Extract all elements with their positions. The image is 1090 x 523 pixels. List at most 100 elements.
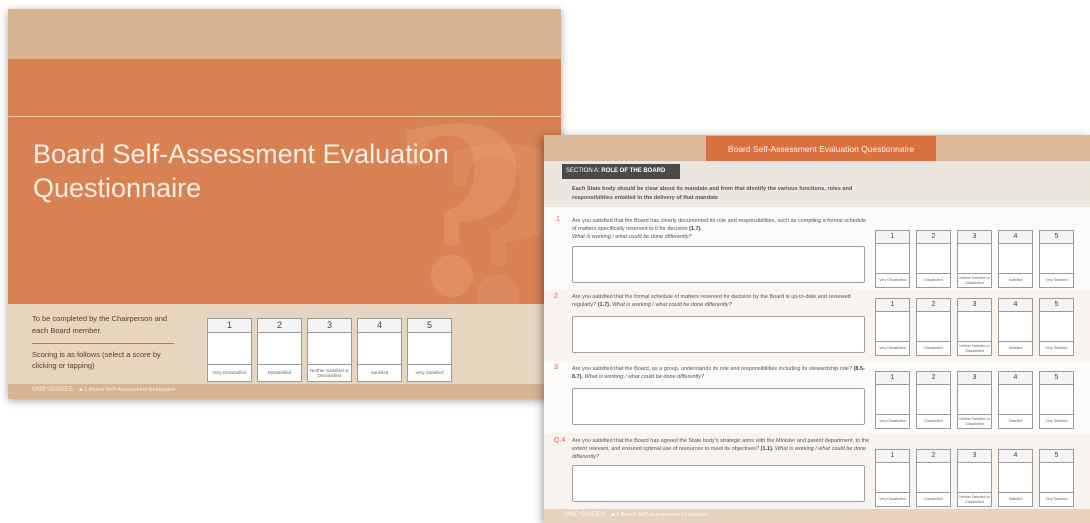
score-option-4[interactable]: 4 Satisfied — [998, 449, 1033, 507]
score-label: Dissatisfied — [917, 414, 950, 428]
answer-input[interactable] — [572, 465, 865, 502]
score-label: Very Dissatisfied — [208, 364, 251, 381]
score-number: 1 — [876, 299, 909, 312]
score-options: 1 Very Dissatisfied 2 Dissatisfied 3 Neithe… — [875, 230, 1074, 288]
question-number: 2 — [554, 293, 558, 300]
score-number: 3 — [958, 372, 991, 385]
score-option-4[interactable]: 4 Satisfied — [998, 298, 1033, 356]
question-number: 3 — [554, 364, 558, 371]
answer-input[interactable] — [572, 316, 865, 353]
score-number: 3 — [308, 319, 351, 333]
score-label: Very Satisfied — [1040, 414, 1073, 428]
score-number: 4 — [999, 450, 1032, 463]
score-label: Very Satisfied — [1040, 492, 1073, 506]
score-option-5[interactable]: 5 Very Satisfied — [407, 318, 452, 382]
score-options: 1 Very Dissatisfied 2 Dissatisfied 3 Neithe… — [875, 449, 1074, 507]
score-label: Very Dissatisfied — [876, 341, 909, 355]
score-number: 5 — [1040, 450, 1073, 463]
scoring-instructions: Scoring is as follows (select a score by… — [32, 350, 161, 370]
score-option-1[interactable]: 1 Very Dissatisfied — [875, 298, 910, 356]
footer-brand: ONE⁷GUIDES ■ 1 Board Self-Assessment Eval… — [32, 387, 176, 393]
score-number: 2 — [917, 450, 950, 463]
score-number: 5 — [1040, 372, 1073, 385]
score-option-4[interactable]: 4 Satisfied — [357, 318, 402, 382]
cover-page: ? ? Board Self-Assessment Evaluation Que… — [8, 9, 561, 399]
score-label: Very Dissatisfied — [876, 273, 909, 287]
score-number: 4 — [358, 319, 401, 333]
score-number: 1 — [876, 231, 909, 244]
score-option-1[interactable]: 1 Very Dissatisfied — [875, 449, 910, 507]
question-block: .1 Are you satisfied that the Board has … — [544, 213, 1090, 288]
score-label: Dissatisfied — [917, 492, 950, 506]
questionnaire-title: Board Self-Assessment Evaluation Questio… — [706, 136, 936, 162]
score-number: 3 — [958, 231, 991, 244]
score-number: 1 — [876, 450, 909, 463]
question-block: Q.4 Are you satisfied that the Board has… — [544, 433, 1090, 509]
score-option-4[interactable]: 4 Satisfied — [998, 230, 1033, 288]
score-label: Very Satisfied — [1040, 341, 1073, 355]
score-option-5[interactable]: 5 Very Satisfied — [1039, 449, 1074, 507]
score-number: 2 — [917, 372, 950, 385]
score-number: 4 — [999, 372, 1032, 385]
question-text: Are you satisfied that the Board has cle… — [572, 218, 867, 240]
score-number: 4 — [999, 231, 1032, 244]
question-text: Are you satisfied that the Board has agr… — [572, 438, 870, 460]
score-number: 2 — [258, 319, 301, 333]
score-number: 3 — [958, 450, 991, 463]
score-option-1[interactable]: 1 Very Dissatisfied — [875, 371, 910, 429]
score-label: Dissatisfied — [258, 364, 301, 381]
question-text: Are you satisfied that the Board, as a g… — [572, 366, 865, 380]
section-intro: Each State body should be clear about it… — [572, 186, 853, 201]
question-number: Q.4 — [554, 437, 566, 444]
score-label: Satisfied — [999, 492, 1032, 506]
score-option-3[interactable]: 3 Neither Satisfied or Dissatisfied — [957, 371, 992, 429]
question-mark-decoration: ? — [438, 99, 561, 304]
score-label: Satisfied — [999, 273, 1032, 287]
score-number: 1 — [208, 319, 251, 333]
score-option-3[interactable]: 3 Neither Satisfied or Dissatisfied — [957, 230, 992, 288]
score-option-3[interactable]: 3 Neither Satisfied or Dissatisfied — [307, 318, 352, 382]
score-option-3[interactable]: 3 Neither Satisfied or Dissatisfied — [957, 449, 992, 507]
score-label: Neither Satisfied or Dissatisfied — [308, 364, 351, 381]
footer-brand: ONE⁷GUIDES ■ 1 Board Self-Assessment Eval… — [564, 512, 708, 518]
score-label: Very Satisfied — [1040, 273, 1073, 287]
score-option-2[interactable]: 2 Dissatisfied — [257, 318, 302, 382]
answer-input[interactable] — [572, 246, 865, 283]
score-label: Neither Satisfied or Dissatisfied — [958, 492, 991, 506]
score-options: 1 Very Dissatisfied 2 Dissatisfied 3 Neithe… — [875, 298, 1074, 356]
score-label: Neither Satisfied or Dissatisfied — [958, 273, 991, 287]
intro-divider — [32, 343, 174, 344]
score-number: 5 — [408, 319, 451, 333]
score-label: Neither Satisfied or Dissatisfied — [958, 341, 991, 355]
score-option-3[interactable]: 3 Neither Satisfied or Dissatisfied — [957, 298, 992, 356]
score-option-5[interactable]: 5 Very Satisfied — [1039, 230, 1074, 288]
score-option-4[interactable]: 4 Satisfied — [998, 371, 1033, 429]
score-option-1[interactable]: 1 Very Dissatisfied — [875, 230, 910, 288]
question-block: 3 Are you satisfied that the Board, as a… — [544, 361, 1090, 433]
score-label: Dissatisfied — [917, 273, 950, 287]
score-number: 1 — [876, 372, 909, 385]
score-label: Satisfied — [999, 341, 1032, 355]
score-label: Satisfied — [358, 364, 401, 381]
score-legend: 1 Very Dissatisfied 2 Dissatisfied 3 Nei… — [207, 318, 452, 382]
score-number: 2 — [917, 231, 950, 244]
score-option-2[interactable]: 2 Dissatisfied — [916, 230, 951, 288]
score-number: 5 — [1040, 231, 1073, 244]
score-label: Very Dissatisfied — [876, 492, 909, 506]
question-text: Are you satisfied that the formal schedu… — [572, 294, 851, 308]
score-option-2[interactable]: 2 Dissatisfied — [916, 449, 951, 507]
score-option-2[interactable]: 2 Dissatisfied — [916, 298, 951, 356]
cover-intro-text: To be completed by the Chairperson and e… — [32, 314, 168, 335]
score-label: Neither Satisfied or Dissatisfied — [958, 414, 991, 428]
section-tab: SECTION A: ROLE OF THE BOARD — [562, 164, 680, 179]
score-option-1[interactable]: 1 Very Dissatisfied — [207, 318, 252, 382]
score-option-5[interactable]: 5 Very Satisfied — [1039, 371, 1074, 429]
score-option-2[interactable]: 2 Dissatisfied — [916, 371, 951, 429]
cover-footer: ONE⁷GUIDES ■ 1 Board Self-Assessment Eval… — [8, 384, 561, 399]
question-block: 2 Are you satisfied that the formal sche… — [544, 289, 1090, 361]
answer-input[interactable] — [572, 388, 865, 425]
score-number: 5 — [1040, 299, 1073, 312]
score-label: Very Dissatisfied — [876, 414, 909, 428]
score-option-5[interactable]: 5 Very Satisfied — [1039, 298, 1074, 356]
question-number: .1 — [554, 216, 560, 223]
